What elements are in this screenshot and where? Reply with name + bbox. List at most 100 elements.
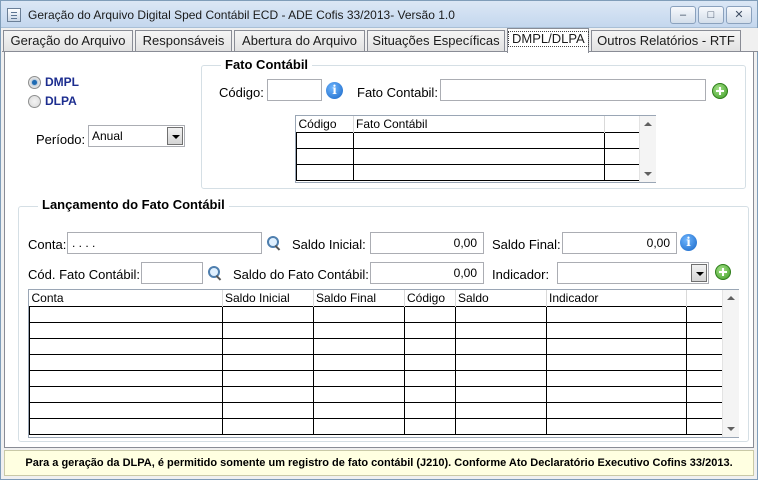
codigo-input[interactable] bbox=[267, 79, 322, 101]
table-cell[interactable] bbox=[222, 369, 314, 387]
table-cell[interactable] bbox=[353, 131, 605, 149]
table-cell[interactable] bbox=[546, 385, 687, 403]
fato-contabil-desc-input[interactable] bbox=[440, 79, 706, 101]
table-cell[interactable] bbox=[313, 353, 405, 371]
table-cell[interactable] bbox=[29, 369, 223, 387]
table-cell[interactable] bbox=[455, 353, 547, 371]
info-icon[interactable]: i bbox=[326, 82, 343, 99]
dmpl-radio-label[interactable]: DMPL bbox=[45, 75, 79, 89]
table-cell[interactable] bbox=[404, 305, 456, 323]
tab-responsaveis[interactable]: Responsáveis bbox=[135, 30, 232, 51]
table-cell[interactable] bbox=[686, 305, 723, 323]
table-cell[interactable] bbox=[546, 417, 687, 435]
chevron-down-icon[interactable] bbox=[691, 264, 707, 282]
table-cell[interactable] bbox=[604, 131, 640, 149]
table-cell[interactable] bbox=[313, 321, 405, 339]
table-row[interactable] bbox=[29, 353, 723, 371]
table-cell[interactable] bbox=[296, 131, 354, 149]
table-cell[interactable] bbox=[29, 337, 223, 355]
table-row[interactable] bbox=[29, 369, 723, 387]
table-cell[interactable] bbox=[686, 369, 723, 387]
table-cell[interactable] bbox=[222, 321, 314, 339]
periodo-select[interactable]: Anual bbox=[88, 125, 185, 147]
table-cell[interactable] bbox=[353, 147, 605, 165]
column-header-saldo-inicial[interactable]: Saldo Inicial bbox=[222, 290, 314, 306]
lancamento-grid[interactable]: Conta Saldo Inicial Saldo Final Código S… bbox=[28, 289, 739, 438]
chevron-down-icon[interactable] bbox=[167, 127, 183, 145]
table-cell[interactable] bbox=[546, 337, 687, 355]
table-cell[interactable] bbox=[29, 353, 223, 371]
table-cell[interactable] bbox=[313, 337, 405, 355]
table-cell[interactable] bbox=[455, 385, 547, 403]
scroll-up-icon[interactable] bbox=[723, 290, 739, 306]
column-header-saldo[interactable]: Saldo bbox=[455, 290, 547, 306]
table-row[interactable] bbox=[29, 385, 723, 403]
cod-fato-contabil-input[interactable] bbox=[141, 262, 203, 284]
table-cell[interactable] bbox=[313, 305, 405, 323]
table-cell[interactable] bbox=[313, 385, 405, 403]
vertical-scrollbar[interactable] bbox=[722, 290, 739, 437]
table-cell[interactable] bbox=[29, 417, 223, 435]
table-cell[interactable] bbox=[686, 417, 723, 435]
maximize-button[interactable]: □ bbox=[698, 6, 724, 24]
table-cell[interactable] bbox=[404, 417, 456, 435]
scroll-up-icon[interactable] bbox=[640, 116, 656, 132]
tab-outros-relatorios[interactable]: Outros Relatórios - RTF bbox=[591, 30, 741, 51]
table-cell[interactable] bbox=[546, 321, 687, 339]
table-row[interactable] bbox=[29, 305, 723, 323]
tab-geracao-arquivo[interactable]: Geração do Arquivo bbox=[3, 30, 133, 51]
table-cell[interactable] bbox=[404, 337, 456, 355]
table-row[interactable] bbox=[29, 401, 723, 419]
table-cell[interactable] bbox=[222, 353, 314, 371]
info-icon[interactable]: i bbox=[680, 234, 697, 251]
table-row[interactable] bbox=[296, 131, 640, 149]
table-cell[interactable] bbox=[455, 401, 547, 419]
tab-abertura-arquivo[interactable]: Abertura do Arquivo bbox=[234, 30, 365, 51]
table-cell[interactable] bbox=[546, 369, 687, 387]
saldo-inicial-input[interactable]: 0,00 bbox=[370, 232, 484, 254]
dlpa-radio[interactable] bbox=[28, 95, 41, 108]
table-row[interactable] bbox=[296, 163, 640, 181]
add-icon[interactable] bbox=[715, 264, 731, 280]
conta-input[interactable]: . . . . bbox=[67, 232, 262, 254]
table-cell[interactable] bbox=[686, 321, 723, 339]
table-cell[interactable] bbox=[404, 353, 456, 371]
vertical-scrollbar[interactable] bbox=[639, 116, 656, 182]
table-cell[interactable] bbox=[455, 369, 547, 387]
minimize-button[interactable]: – bbox=[670, 6, 696, 24]
table-cell[interactable] bbox=[222, 401, 314, 419]
table-cell[interactable] bbox=[222, 337, 314, 355]
table-cell[interactable] bbox=[222, 305, 314, 323]
table-cell[interactable] bbox=[222, 417, 314, 435]
table-row[interactable] bbox=[29, 321, 723, 339]
table-row[interactable] bbox=[296, 147, 640, 165]
table-cell[interactable] bbox=[29, 401, 223, 419]
table-cell[interactable] bbox=[29, 385, 223, 403]
dmpl-radio[interactable] bbox=[28, 76, 41, 89]
table-cell[interactable] bbox=[455, 337, 547, 355]
fato-contabil-grid[interactable]: Código Fato Contábil bbox=[295, 115, 656, 183]
table-cell[interactable] bbox=[313, 369, 405, 387]
column-header-codigo[interactable]: Código bbox=[296, 116, 354, 132]
table-cell[interactable] bbox=[546, 401, 687, 419]
scroll-down-icon[interactable] bbox=[640, 166, 656, 182]
table-row[interactable] bbox=[29, 337, 723, 355]
table-cell[interactable] bbox=[222, 385, 314, 403]
table-cell[interactable] bbox=[686, 353, 723, 371]
table-cell[interactable] bbox=[455, 305, 547, 323]
saldo-final-input[interactable]: 0,00 bbox=[562, 232, 677, 254]
search-icon[interactable] bbox=[266, 235, 282, 251]
table-cell[interactable] bbox=[404, 385, 456, 403]
column-header-saldo-final[interactable]: Saldo Final bbox=[313, 290, 405, 306]
table-cell[interactable] bbox=[404, 401, 456, 419]
table-cell[interactable] bbox=[29, 321, 223, 339]
title-bar[interactable]: Geração do Arquivo Digital Sped Contábil… bbox=[1, 1, 757, 28]
table-cell[interactable] bbox=[404, 369, 456, 387]
table-cell[interactable] bbox=[604, 147, 640, 165]
tab-situacoes-especificas[interactable]: Situações Específicas bbox=[367, 30, 505, 51]
table-cell[interactable] bbox=[455, 321, 547, 339]
table-cell[interactable] bbox=[686, 385, 723, 403]
indicador-select[interactable] bbox=[557, 262, 709, 284]
tab-dmpl-dlpa[interactable]: DMPL/DLPA bbox=[507, 28, 589, 53]
saldo-fato-contabil-input[interactable]: 0,00 bbox=[370, 262, 484, 284]
